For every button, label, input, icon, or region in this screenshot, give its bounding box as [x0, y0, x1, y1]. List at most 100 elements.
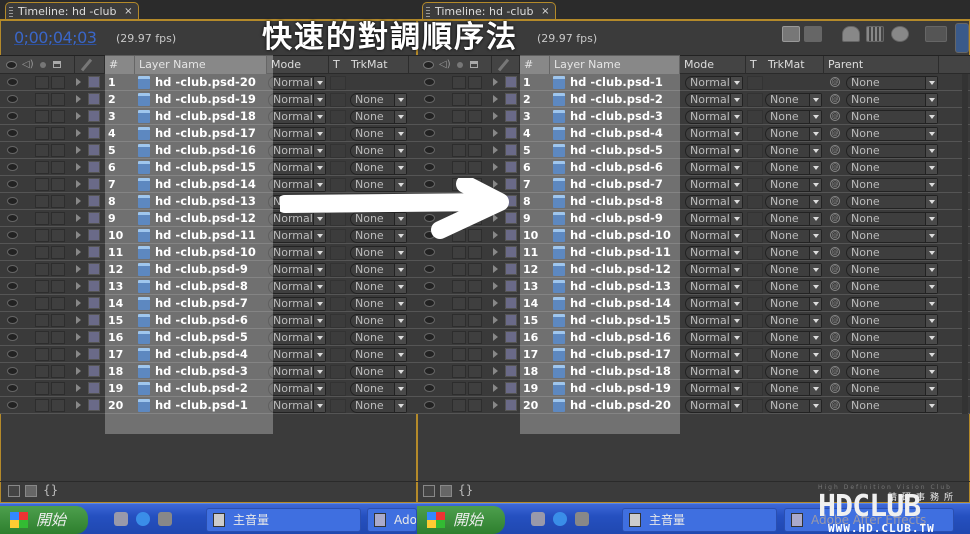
lock-switch[interactable] [51, 348, 65, 361]
close-icon[interactable]: × [541, 3, 549, 20]
lock-switch[interactable] [468, 297, 482, 310]
eye-icon[interactable] [7, 333, 18, 341]
eye-icon[interactable] [7, 401, 18, 409]
preserve-transparency-toggle[interactable] [330, 314, 346, 328]
eye-icon[interactable] [424, 248, 435, 256]
label-color-swatch[interactable] [88, 365, 100, 377]
solo-switch[interactable] [35, 399, 49, 412]
hide-shy-icon[interactable] [842, 26, 860, 42]
trkmat-dropdown[interactable]: None [350, 127, 407, 141]
label-color-swatch[interactable] [505, 110, 517, 122]
lock-icon[interactable] [470, 61, 478, 68]
trkmat-dropdown[interactable]: None [765, 161, 822, 175]
eye-icon[interactable] [7, 112, 18, 120]
expand-triangle-icon[interactable] [76, 350, 81, 358]
solo-switch[interactable] [35, 246, 49, 259]
lock-switch[interactable] [51, 229, 65, 242]
eye-icon[interactable] [7, 299, 18, 307]
preserve-transparency-toggle[interactable] [747, 382, 763, 396]
label-color-swatch[interactable] [505, 348, 517, 360]
solo-switch[interactable] [35, 212, 49, 225]
label-color-swatch[interactable] [505, 280, 517, 292]
desktop-icon[interactable] [114, 512, 128, 526]
trkmat-dropdown[interactable]: None [350, 331, 407, 345]
expand-triangle-icon[interactable] [493, 401, 498, 409]
speaker-icon[interactable]: ◁) [22, 56, 34, 74]
trkmat-dropdown[interactable]: None [765, 314, 822, 328]
trkmat-dropdown[interactable]: None [765, 365, 822, 379]
pickwhip-icon[interactable]: @ [830, 145, 840, 155]
lock-switch[interactable] [468, 365, 482, 378]
layer-row[interactable]: 15 hd -club.psd-15 Normal None @ None [417, 312, 970, 329]
eye-icon[interactable] [7, 146, 18, 154]
label-color-swatch[interactable] [88, 127, 100, 139]
trkmat-dropdown[interactable]: None [350, 246, 407, 260]
trkmat-dropdown[interactable]: None [765, 144, 822, 158]
preserve-transparency-toggle[interactable] [747, 212, 763, 226]
layer-row[interactable]: 4 hd -club.psd-4 Normal None @ None [417, 125, 970, 142]
solo-switch[interactable] [35, 195, 49, 208]
mode-dropdown[interactable]: Normal [268, 110, 326, 124]
trkmat-header[interactable]: TrkMat [347, 56, 409, 74]
pickwhip-icon[interactable]: @ [830, 111, 840, 121]
solo-switch[interactable] [452, 263, 466, 276]
eye-icon[interactable] [6, 61, 17, 69]
eye-icon[interactable] [423, 61, 434, 69]
label-color-swatch[interactable] [505, 365, 517, 377]
preserve-transparency-toggle[interactable] [330, 246, 346, 260]
lock-switch[interactable] [51, 314, 65, 327]
eye-icon[interactable] [7, 197, 18, 205]
lock-switch[interactable] [468, 348, 482, 361]
preserve-transparency-toggle[interactable] [747, 110, 763, 124]
solo-switch[interactable] [452, 399, 466, 412]
pickwhip-icon[interactable]: @ [830, 281, 840, 291]
trkmat-dropdown[interactable]: None [350, 297, 407, 311]
preserve-transparency-toggle[interactable] [330, 399, 346, 413]
preserve-transparency-toggle[interactable] [330, 382, 346, 396]
eye-icon[interactable] [424, 384, 435, 392]
pickwhip-icon[interactable]: @ [830, 298, 840, 308]
parent-dropdown[interactable]: None [846, 382, 938, 396]
preserve-transparency-toggle[interactable] [747, 93, 763, 107]
trkmat-dropdown[interactable]: None [765, 297, 822, 311]
trkmat-dropdown[interactable]: None [350, 348, 407, 362]
trkmat-dropdown[interactable]: None [350, 161, 407, 175]
solo-switch[interactable] [35, 365, 49, 378]
parent-dropdown[interactable]: None [846, 195, 938, 209]
eye-icon[interactable] [424, 350, 435, 358]
solo-switch[interactable] [452, 348, 466, 361]
trkmat-dropdown[interactable]: None [765, 93, 822, 107]
label-color-swatch[interactable] [88, 314, 100, 326]
expand-triangle-icon[interactable] [76, 265, 81, 273]
label-color-swatch[interactable] [88, 178, 100, 190]
pickwhip-icon[interactable]: @ [830, 128, 840, 138]
label-color-swatch[interactable] [505, 314, 517, 326]
grip-icon[interactable] [9, 7, 13, 17]
expand-triangle-icon[interactable] [76, 299, 81, 307]
pickwhip-icon[interactable]: @ [830, 315, 840, 325]
mode-dropdown[interactable]: Normal [268, 331, 326, 345]
current-time-display[interactable]: 0;00;04;03 [14, 28, 97, 47]
eye-icon[interactable] [7, 78, 18, 86]
parent-dropdown[interactable]: None [846, 280, 938, 294]
solo-switch[interactable] [452, 297, 466, 310]
label-color-swatch[interactable] [88, 331, 100, 343]
solo-switch[interactable] [35, 144, 49, 157]
label-color-swatch[interactable] [88, 263, 100, 275]
trkmat-dropdown[interactable]: None [765, 110, 822, 124]
label-color-swatch[interactable] [88, 348, 100, 360]
preserve-transparency-toggle[interactable] [747, 161, 763, 175]
layer-row[interactable]: 19 hd -club.psd-19 Normal None @ None [417, 380, 970, 397]
eye-icon[interactable] [7, 231, 18, 239]
lock-switch[interactable] [51, 246, 65, 259]
parent-dropdown[interactable]: None [846, 246, 938, 260]
mode-dropdown[interactable]: Normal [685, 314, 743, 328]
comp-flowchart-icon[interactable] [423, 485, 435, 497]
solo-icon[interactable] [457, 62, 463, 68]
mode-dropdown[interactable]: Normal [685, 348, 743, 362]
mode-dropdown[interactable]: Normal [685, 212, 743, 226]
volume-taskbar-button[interactable]: 主音量 [622, 508, 777, 532]
pickwhip-icon[interactable]: @ [830, 213, 840, 223]
close-icon[interactable]: × [124, 3, 132, 20]
preserve-transparency-toggle[interactable] [330, 331, 346, 345]
